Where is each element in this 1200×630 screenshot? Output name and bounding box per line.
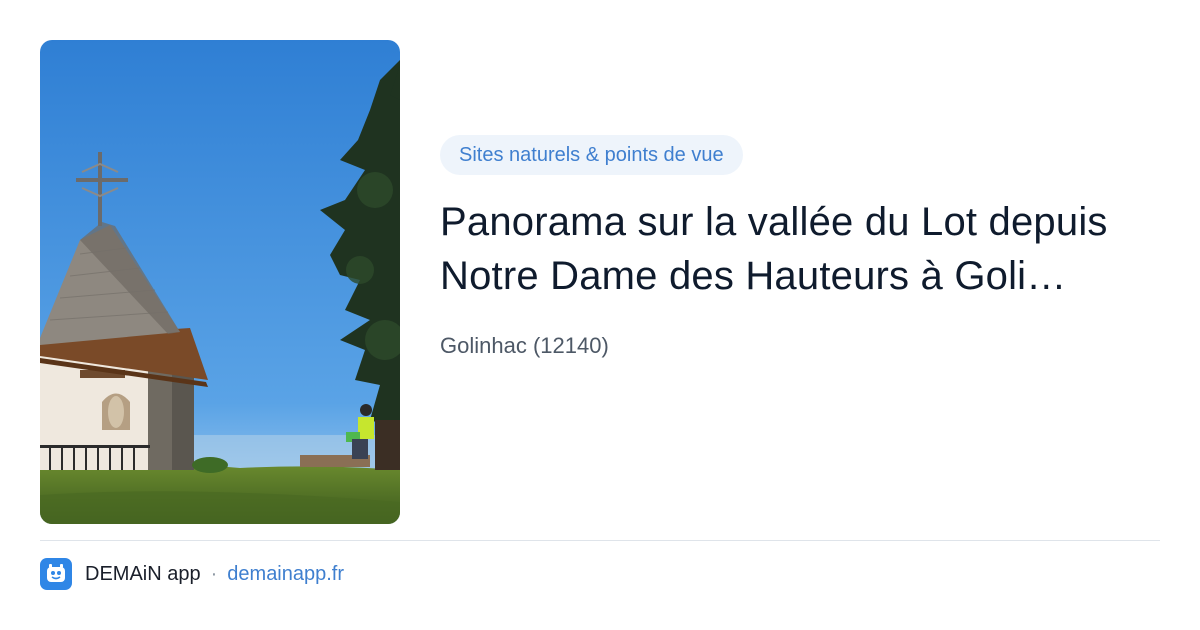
site-domain-link[interactable]: demainapp.fr xyxy=(227,563,344,586)
site-footer: DEMAiN app · demainapp.fr xyxy=(40,558,344,590)
app-name[interactable]: DEMAiN app xyxy=(85,563,201,586)
footer-divider xyxy=(40,540,1160,541)
card-content: Sites naturels & points de vue Panorama … xyxy=(440,135,1160,359)
chapel-photo xyxy=(40,40,400,524)
location-label: Golinhac (12140) xyxy=(440,333,609,358)
card-image[interactable] xyxy=(40,40,400,524)
page-title[interactable]: Panorama sur la vallée du Lot depuis Not… xyxy=(440,195,1160,303)
category-badge[interactable]: Sites naturels & points de vue xyxy=(440,135,743,175)
separator: · xyxy=(210,562,218,585)
app-logo-icon[interactable] xyxy=(40,558,72,590)
